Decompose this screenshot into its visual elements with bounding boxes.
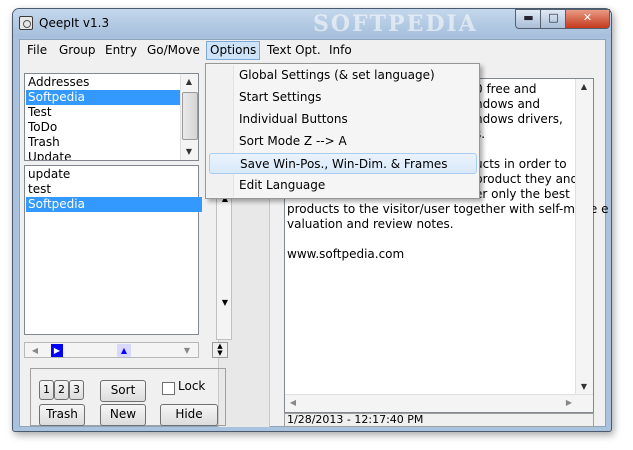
new-button[interactable]: New [100,404,146,426]
hide-button[interactable]: Hide [160,404,218,426]
menu-bar: File Group Entry Go/Move Options Text Op… [20,40,605,60]
list-item[interactable]: Softpedia [26,90,184,105]
app-icon[interactable] [19,16,33,30]
spin-control[interactable]: ▲ ▼ [212,342,228,358]
sort-button[interactable]: Sort [100,380,146,402]
status-bar: 1/28/2013 - 12:17:40 PM [284,413,594,427]
menu-item-sort-mode[interactable]: Sort Mode Z --> A [209,131,477,152]
menu-item-edit-language[interactable]: Edit Language [209,175,477,196]
scroll-down-icon[interactable]: ▼ [217,295,233,311]
editor-horizontal-scrollbar[interactable]: ◀ ▶ [285,394,593,412]
editor-vertical-scrollbar[interactable]: ▲ ▼ [575,79,593,395]
entries-scrollbar[interactable]: ▲ ▼ [216,190,232,340]
scroll-down-icon[interactable]: ▼ [181,344,193,357]
list-item[interactable]: Update [26,150,184,160]
text-line: product they and [475,172,579,186]
menu-info[interactable]: Info [326,42,355,58]
list-item[interactable]: Softpedia [26,197,202,212]
lock-label: Lock [178,379,206,393]
scroll-left-icon[interactable]: ◀ [287,396,299,409]
scroll-thumb[interactable] [182,92,198,140]
groups-list[interactable]: Addresses Softpedia Test ToDo Trash Upda… [24,73,199,161]
priority-3-button[interactable]: 3 [69,380,84,400]
text-line: products to the visitor/user together wi… [287,202,609,216]
list-item[interactable]: ToDo [26,120,184,135]
menu-file[interactable]: File [24,42,50,58]
close-button[interactable]: ✕ [565,9,610,29]
text-line: valuation and review notes. [287,217,454,231]
lock-checkbox[interactable] [162,382,175,395]
text-line: ndows drivers, [475,112,563,126]
text-line: www.softpedia.com [287,247,405,261]
entries-list[interactable]: update test Softpedia [24,165,202,335]
menu-item-save-win-pos[interactable]: Save Win-Pos., Win-Dim. & Frames [209,153,477,174]
scroll-up-icon[interactable]: ▲ [117,344,131,357]
horizontal-scrollbar[interactable]: ◀ ▶ ▲ ▼ [24,342,199,358]
options-menu: Global Settings (& set language) Start S… [205,63,480,199]
text-line: er only the best [475,187,570,201]
priority-1-button[interactable]: 1 [39,380,54,400]
menu-text-opt[interactable]: Text Opt. [264,42,324,58]
trash-button[interactable]: Trash [39,404,85,426]
text-line: ndows and [475,97,541,111]
list-item[interactable]: Test [26,105,184,120]
menu-go-move[interactable]: Go/Move [144,42,203,58]
scroll-down-icon[interactable]: ▼ [181,144,197,160]
text-line: 0 free and [475,82,537,96]
title-bar[interactable]: QeepIt v1.3 SOFTPEDIA ▬ □ ✕ [13,9,611,37]
menu-entry[interactable]: Entry [102,42,140,58]
scroll-right-icon[interactable]: ▶ [51,344,63,357]
scroll-down-icon[interactable]: ▼ [576,379,592,395]
list-item[interactable]: update [26,167,202,182]
list-item[interactable]: test [26,182,202,197]
menu-item-global-settings[interactable]: Global Settings (& set language) [209,65,477,86]
maximize-button[interactable]: □ [540,9,567,29]
window-title: QeepIt v1.3 [39,16,110,30]
priority-2-button[interactable]: 2 [54,380,69,400]
text-line: ucts in order to [475,157,567,171]
menu-options[interactable]: Options [206,41,261,60]
menu-item-individual-buttons[interactable]: Individual Buttons [209,109,477,130]
list-item[interactable]: Trash [26,135,184,150]
scroll-up-icon[interactable]: ▲ [181,74,197,90]
scroll-left-icon[interactable]: ◀ [29,344,41,357]
minimize-button[interactable]: ▬ [515,9,542,29]
list-item[interactable]: Addresses [26,75,184,90]
menu-item-start-settings[interactable]: Start Settings [209,87,477,108]
menu-group[interactable]: Group [56,42,99,58]
watermark: SOFTPEDIA [313,11,478,37]
groups-scrollbar[interactable]: ▲ ▼ [180,74,198,160]
scroll-up-icon[interactable]: ▲ [576,79,592,95]
scroll-right-icon[interactable]: ▶ [563,396,575,409]
